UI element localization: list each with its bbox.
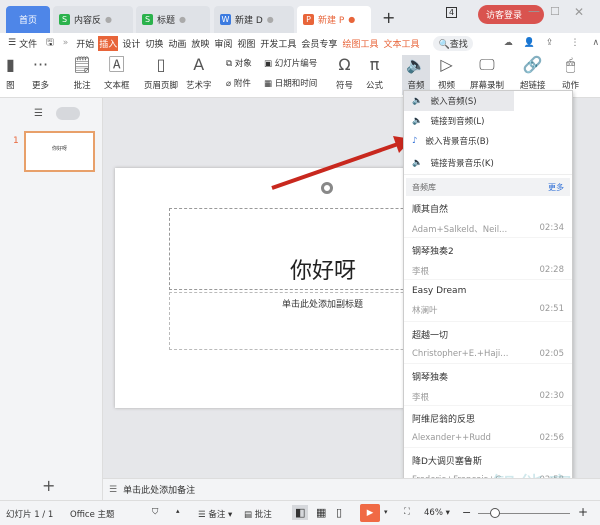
song-artist: Adam+Salkeld、Neil... <box>412 225 508 235</box>
theme-name: Office 主题 <box>70 510 115 520</box>
play-options-icon[interactable]: ▾ <box>384 508 388 516</box>
menu-embed-bg-music[interactable]: ♪ 嵌入背景音乐(B) <box>404 131 572 151</box>
song-title: 钢琴独奏 <box>412 373 449 383</box>
more-link[interactable]: 更多 <box>548 182 564 193</box>
status-bar: 幻灯片 1 / 1 Office 主题 ⛉ ▴ ☰ 备注 ▾ ▤ 批注 ◧ ▦ … <box>0 500 600 525</box>
notes-label: 备注 <box>208 510 226 520</box>
play-slideshow-button[interactable]: ▶ <box>360 504 380 522</box>
zoom-level: 46% <box>424 508 443 518</box>
song-title: 超越一切 <box>412 331 449 341</box>
caret-up-icon[interactable]: ▴ <box>176 507 180 515</box>
audio-dropdown: 🔈 嵌入音频(S) 🔈 链接到音频(L) ♪ 嵌入背景音乐(B) 🔈 链接背景音乐(K)… <box>403 90 573 490</box>
slide-counter: 幻灯片 1 / 1 <box>6 510 54 520</box>
song-item[interactable]: 超越一切 Christopher+E.+Haji... 02:05 <box>404 322 572 364</box>
shield-icon[interactable]: ⛉ <box>152 507 158 517</box>
menu-link-bg-music[interactable]: 🔈 链接背景音乐(K) <box>404 151 572 175</box>
song-item[interactable]: 顺其自然 Adam+Salkeld、Neil... 02:34 <box>404 196 572 238</box>
song-duration: 02:30 <box>539 391 565 401</box>
reading-view-icon[interactable]: ▯ <box>336 506 342 519</box>
zoom-in-button[interactable]: + <box>578 505 588 519</box>
song-item[interactable]: 钢琴独奏2 李根 02:28 <box>404 238 572 280</box>
song-title: 钢琴独奏2 <box>412 247 454 257</box>
song-artist: 林澜叶 <box>412 306 438 316</box>
music-note-icon: ♪ <box>412 136 418 146</box>
menu-label: 嵌入背景音乐(B) <box>425 137 489 147</box>
song-duration: 02:28 <box>539 265 565 275</box>
fit-window-icon[interactable]: ⛶ <box>404 507 410 517</box>
song-title: 阿维尼翁的反思 <box>412 415 476 425</box>
song-duration: 02:05 <box>539 349 565 359</box>
menu-label: 链接背景音乐(K) <box>430 158 494 169</box>
normal-view-icon[interactable]: ◧ <box>292 505 309 520</box>
audio-library-header: 音频库 更多 <box>406 178 570 196</box>
song-item[interactable]: Easy Dream 林澜叶 02:51 <box>404 280 572 322</box>
menu-link-audio[interactable]: 🔈 链接到音频(L) <box>404 111 572 131</box>
song-artist: 李根 <box>412 393 430 403</box>
library-title: 音频库 <box>412 182 436 192</box>
notes-icon: ☰ <box>109 484 118 495</box>
link-audio-icon: 🔈 <box>412 116 423 126</box>
menu-label: 链接到音频(L) <box>430 117 485 127</box>
notes-toggle[interactable]: ☰ 备注 ▾ <box>198 508 232 520</box>
song-item[interactable]: 阿维尼翁的反思 Alexander++Rudd 02:56 <box>404 406 572 448</box>
link-music-icon: 🔈 <box>412 157 423 168</box>
notes-bar[interactable]: ☰ 单击此处添加备注 <box>103 478 600 500</box>
menu-label: 嵌入音频(S) <box>430 97 477 107</box>
zoom-out-button[interactable]: − <box>462 506 471 519</box>
grid-view-icon[interactable]: ▦ <box>316 506 326 519</box>
menu-embed-audio[interactable]: 🔈 嵌入音频(S) <box>404 91 514 111</box>
song-duration: 02:34 <box>539 223 565 233</box>
comment-toggle[interactable]: ▤ 批注 <box>244 508 272 520</box>
song-artist: Christopher+E.+Haji... <box>412 349 509 359</box>
song-artist: 李根 <box>412 267 430 277</box>
comment-label: 批注 <box>254 510 272 520</box>
song-title: 顺其自然 <box>412 205 449 215</box>
song-title: Easy Dream <box>412 286 467 296</box>
zoom-slider-thumb[interactable] <box>490 508 500 518</box>
song-artist: Alexander++Rudd <box>412 433 491 443</box>
zoom-select[interactable]: 46% ▾ <box>424 508 450 518</box>
speaker-icon: 🔈 <box>412 96 423 106</box>
notes-placeholder[interactable]: 单击此处添加备注 <box>123 483 195 496</box>
song-duration: 02:51 <box>539 304 565 314</box>
song-duration: 02:56 <box>539 433 565 443</box>
song-item[interactable]: 钢琴独奏李根 02:30 <box>404 364 572 406</box>
song-list: 顺其自然 Adam+Salkeld、Neil... 02:34 钢琴独奏2 李根 02:2… <box>404 196 572 489</box>
arrow-line <box>271 142 399 190</box>
